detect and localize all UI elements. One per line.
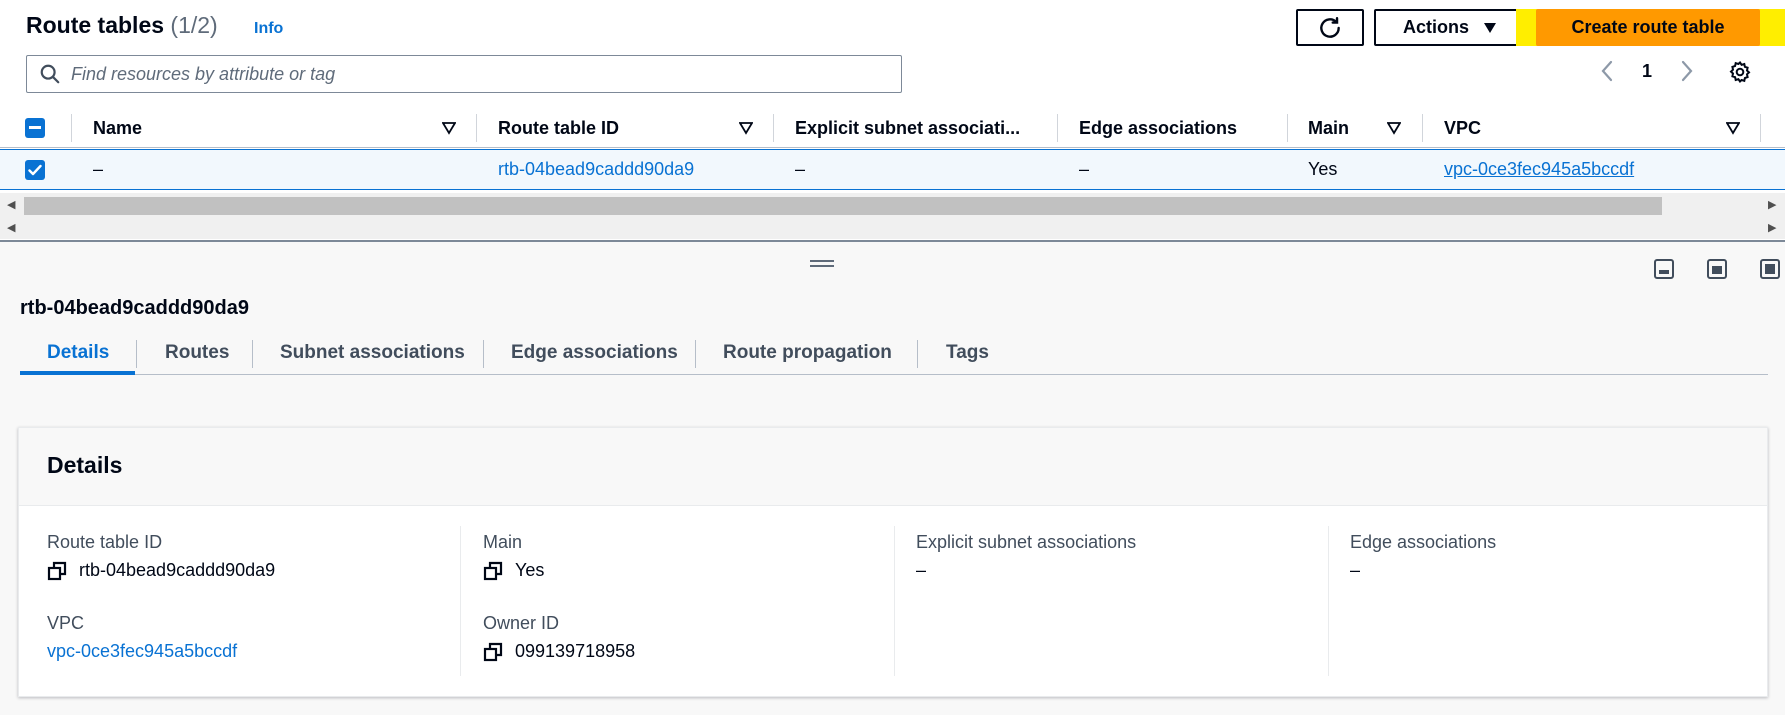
column-header-route-table-id[interactable]: Route table ID bbox=[498, 108, 619, 148]
route-tables-panel: Route tables (1/2) Info Actions Create r… bbox=[0, 0, 1785, 242]
settings-button[interactable] bbox=[1728, 60, 1752, 84]
details-card-header: Details bbox=[19, 428, 1767, 506]
indeterminate-icon bbox=[29, 126, 41, 129]
scroll-left-arrow-icon[interactable]: ◀ bbox=[7, 198, 15, 211]
scroll-left-arrow-icon[interactable]: ◀ bbox=[7, 221, 15, 234]
column-header-name[interactable]: Name bbox=[93, 108, 142, 148]
table-header: Name Route table ID Explicit subnet asso… bbox=[0, 108, 1785, 148]
copy-icon[interactable] bbox=[47, 561, 67, 581]
tab-edge-associations[interactable]: Edge associations bbox=[511, 330, 678, 375]
detail-tabs: Details Routes Subnet associations Edge … bbox=[20, 330, 1768, 375]
column-header-main[interactable]: Main bbox=[1308, 108, 1349, 148]
search-input[interactable] bbox=[71, 63, 851, 85]
pagination: 1 bbox=[1600, 60, 1694, 82]
column-header-vpc[interactable]: VPC bbox=[1444, 108, 1481, 148]
actions-dropdown[interactable]: Actions bbox=[1374, 9, 1526, 46]
column-separator bbox=[1760, 114, 1761, 142]
cell-vpc[interactable]: vpc-0ce3fec945a5bccdf bbox=[1444, 150, 1634, 189]
route-table-id-value: rtb-04bead9caddd90da9 bbox=[47, 560, 275, 581]
panel-full-icon[interactable] bbox=[1759, 258, 1781, 280]
vpc-link[interactable]: vpc-0ce3fec945a5bccdf bbox=[47, 641, 237, 662]
column-header-edge-associations[interactable]: Edge associations bbox=[1079, 108, 1237, 148]
split-panel: rtb-04bead9caddd90da9 Details Routes Sub… bbox=[0, 242, 1785, 715]
tab-details[interactable]: Details bbox=[47, 330, 109, 375]
create-route-table-button[interactable]: Create route table bbox=[1536, 9, 1760, 46]
main-text: Yes bbox=[515, 560, 545, 580]
copy-icon[interactable] bbox=[483, 561, 503, 581]
resize-handle[interactable] bbox=[810, 260, 834, 270]
tab-separator bbox=[136, 340, 137, 368]
tab-subnet-associations[interactable]: Subnet associations bbox=[280, 330, 465, 375]
route-table-id-label: Route table ID bbox=[47, 532, 163, 552]
chevron-right-icon[interactable] bbox=[1680, 60, 1694, 82]
column-header-explicit-subnet[interactable]: Explicit subnet associati... bbox=[795, 108, 1020, 148]
horizontal-scrollbar[interactable]: ◀ ▶ ◀ ▶ bbox=[0, 193, 1785, 239]
details-card: Details Route table ID rtb-04bead9caddd9… bbox=[18, 427, 1768, 697]
copy-icon[interactable] bbox=[483, 642, 503, 662]
chevron-left-icon[interactable] bbox=[1600, 60, 1614, 82]
tab-routes[interactable]: Routes bbox=[165, 330, 229, 375]
column-separator bbox=[71, 114, 72, 142]
cell-name: – bbox=[93, 159, 104, 179]
page-title: Route tables (1/2) bbox=[26, 12, 218, 39]
refresh-icon bbox=[1320, 16, 1340, 38]
gear-icon bbox=[1729, 60, 1751, 84]
owner-id-text: 099139718958 bbox=[515, 641, 636, 661]
tab-separator bbox=[252, 340, 253, 368]
panel-bottom-icon[interactable] bbox=[1653, 258, 1675, 280]
sort-icon[interactable] bbox=[1387, 121, 1401, 135]
tab-route-propagation[interactable]: Route propagation bbox=[723, 330, 892, 375]
actions-label: Actions bbox=[1402, 17, 1469, 37]
column-separator bbox=[460, 526, 461, 676]
tab-separator bbox=[695, 340, 696, 368]
scroll-right-arrow-icon[interactable]: ▶ bbox=[1768, 221, 1776, 234]
info-link[interactable]: Info bbox=[254, 20, 283, 38]
main-value: Yes bbox=[483, 560, 544, 581]
scrollbar-thumb[interactable] bbox=[24, 197, 1662, 215]
create-route-table-label: Create route table bbox=[1571, 17, 1725, 37]
explicit-subnet-value: – bbox=[916, 560, 927, 580]
detail-title: rtb-04bead9caddd90da9 bbox=[20, 297, 249, 319]
column-separator bbox=[773, 114, 774, 142]
main-label: Main bbox=[483, 532, 523, 552]
edge-associations-value: – bbox=[1350, 560, 1361, 580]
explicit-subnet-label: Explicit subnet associations bbox=[916, 532, 1137, 552]
select-all-checkbox[interactable] bbox=[25, 118, 45, 138]
cell-edge-associations: – bbox=[1079, 159, 1090, 179]
column-separator bbox=[894, 526, 895, 676]
scroll-right-arrow-icon[interactable]: ▶ bbox=[1768, 198, 1776, 211]
search-bar[interactable] bbox=[26, 55, 902, 93]
tab-separator bbox=[917, 340, 918, 368]
table-row[interactable]: – rtb-04bead9caddd90da9 – – Yes vpc-0ce3… bbox=[0, 149, 1785, 190]
route-table-id-text: rtb-04bead9caddd90da9 bbox=[79, 560, 276, 580]
check-icon bbox=[28, 164, 42, 176]
column-separator bbox=[1057, 114, 1058, 142]
column-separator bbox=[1328, 526, 1329, 676]
page-title-text: Route tables bbox=[26, 12, 165, 38]
current-page[interactable]: 1 bbox=[1642, 61, 1652, 82]
tab-tags[interactable]: Tags bbox=[946, 330, 989, 375]
search-icon bbox=[40, 64, 60, 84]
active-tab-indicator bbox=[20, 371, 135, 375]
owner-id-value: 099139718958 bbox=[483, 641, 635, 662]
owner-id-label: Owner ID bbox=[483, 613, 560, 633]
sort-icon[interactable] bbox=[442, 121, 456, 135]
sort-icon[interactable] bbox=[1726, 121, 1740, 135]
row-checkbox[interactable] bbox=[25, 160, 45, 180]
refresh-button[interactable] bbox=[1296, 9, 1364, 46]
cell-route-table-id[interactable]: rtb-04bead9caddd90da9 bbox=[498, 150, 694, 189]
vpc-label: VPC bbox=[47, 613, 85, 633]
column-separator bbox=[1287, 114, 1288, 142]
cell-main: Yes bbox=[1308, 159, 1338, 179]
edge-associations-label: Edge associations bbox=[1350, 532, 1497, 552]
sort-icon[interactable] bbox=[739, 121, 753, 135]
details-card-title: Details bbox=[47, 452, 123, 478]
column-separator bbox=[1422, 114, 1423, 142]
cell-explicit-subnet: – bbox=[795, 159, 806, 179]
column-separator bbox=[476, 114, 477, 142]
selection-count: (1/2) bbox=[170, 12, 218, 38]
panel-side-icon[interactable] bbox=[1706, 258, 1728, 280]
tab-separator bbox=[483, 340, 484, 368]
caret-down-icon bbox=[1484, 22, 1496, 33]
